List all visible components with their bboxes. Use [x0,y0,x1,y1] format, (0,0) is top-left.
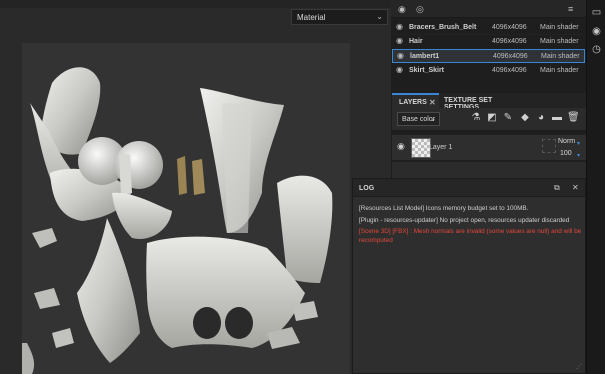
log-title: LOG [359,185,375,192]
viewport-toolbar [0,0,391,8]
smart-material-icon[interactable]: ◕ [535,112,547,124]
dock-icon[interactable]: ⧉ [554,183,560,193]
texture-set-row[interactable]: ◉ Skirt_Skirt 4096x4096 Main shader [392,64,585,77]
layer-name[interactable]: Layer 1 [429,144,452,151]
texture-set-resolution: 4096x4096 [493,53,528,60]
tab-texture-set-settings[interactable]: TEXTURE SET SETTINGS [444,93,524,111]
tab-layers-label: LAYERS [399,99,427,106]
texture-set-shader[interactable]: Main shader [541,53,580,60]
viewport-2d[interactable]: Material ⌄ [0,0,391,374]
visibility-eye-icon[interactable]: ◉ [397,51,404,60]
log-line-error: [Scene 3D] [FBX] : Mesh normals are inva… [359,228,582,244]
viewport-mode-select[interactable]: Material ⌄ [291,9,388,25]
log-header[interactable]: LOG ⧉ ✕ [353,179,585,197]
texture-set-row[interactable]: ◉ Bracers_Brush_Belt 4096x4096 Main shad… [392,21,585,34]
tab-layers[interactable]: LAYERS ✕ [392,93,439,108]
close-icon[interactable]: ✕ [429,98,436,107]
dock-icon-strip: ▭ ◉ ◷ [586,0,605,374]
channel-select[interactable]: Base color ⌄ [397,112,440,126]
app-window: Material ⌄ ▭ ◉ ◷ ◉ ◎ ≡ ◉ Bracers_Brush_B… [0,0,605,374]
panel-tabs: LAYERS ✕ TEXTURE SET SETTINGS [392,93,586,111]
texture-set-shader[interactable]: Main shader [540,24,579,31]
resize-handle[interactable]: ⋰ [576,363,582,370]
properties-icon[interactable]: ◉ [591,26,602,37]
layer-opacity[interactable]: 100 [560,150,572,157]
eye-icon[interactable]: ◉ [398,4,406,15]
viewport-mode-label: Material [297,13,326,22]
layers-toolbar: Base color ⌄ ⚗ ◩ ✎ ◆ ◕ ▬ 🗑 [392,108,586,130]
delete-icon[interactable]: 🗑 [567,112,580,124]
texture-set-row[interactable]: ◉ Hair 4096x4096 Main shader [392,35,585,48]
visibility-eye-icon[interactable]: ◉ [396,22,403,31]
menu-icon[interactable]: ≡ [568,4,573,14]
chevron-down-icon: ⌄ [376,12,383,21]
log-line: [Plugin - resources-updater] No project … [359,216,570,224]
texture-set-list-header: ◉ ◎ ≡ [391,0,586,18]
texture-set-list-icon[interactable]: ▭ [591,7,602,18]
visibility-eye-icon[interactable]: ◉ [396,65,403,74]
chevron-down-icon: ⌄ [430,116,436,123]
add-mask-icon[interactable]: ◩ [486,112,498,124]
fill-layer-icon[interactable]: ◆ [519,112,531,124]
texture-set-resolution: 4096x4096 [492,24,527,31]
folder-icon[interactable]: ▬ [551,112,563,124]
layer-thumbnail [411,138,431,158]
eye-outline-icon[interactable]: ◎ [416,4,424,15]
layer-blend-mode[interactable]: Norm [558,138,575,145]
layer-item[interactable]: ◉ Layer 1 Norm ▾ 100 ▾ [392,134,586,161]
log-messages: [Resources List Model] Icons memory budg… [359,205,583,248]
add-effect-icon[interactable]: ⚗ [470,112,482,124]
paint-layer-icon[interactable]: ✎ [502,112,514,124]
visibility-eye-icon[interactable]: ◉ [396,36,403,45]
texture-set-resolution: 4096x4096 [492,38,527,45]
log-window[interactable]: LOG ⧉ ✕ [Resources List Model] Icons mem… [352,178,586,374]
texture-set-name: Hair [409,38,423,45]
visibility-eye-icon[interactable]: ◉ [397,141,405,152]
layer-mask-slot[interactable] [542,139,556,153]
history-icon[interactable]: ◷ [591,44,602,55]
log-line: [Resources List Model] Icons memory budg… [359,205,529,212]
texture-set-name: Bracers_Brush_Belt [409,24,477,31]
texture-set-name: lambert1 [410,53,440,60]
uv-canvas[interactable] [22,43,350,374]
texture-set-name: Skirt_Skirt [409,67,445,74]
texture-set-row-selected[interactable]: ◉ lambert1 4096x4096 Main shader [392,49,585,63]
chevron-down-icon[interactable]: ▾ [577,152,580,159]
uv-islands-image [22,67,333,374]
texture-set-shader[interactable]: Main shader [540,38,579,45]
texture-set-resolution: 4096x4096 [492,67,527,74]
texture-set-shader[interactable]: Main shader [540,67,579,74]
close-icon[interactable]: ✕ [572,183,579,192]
chevron-down-icon[interactable]: ▾ [577,140,580,147]
